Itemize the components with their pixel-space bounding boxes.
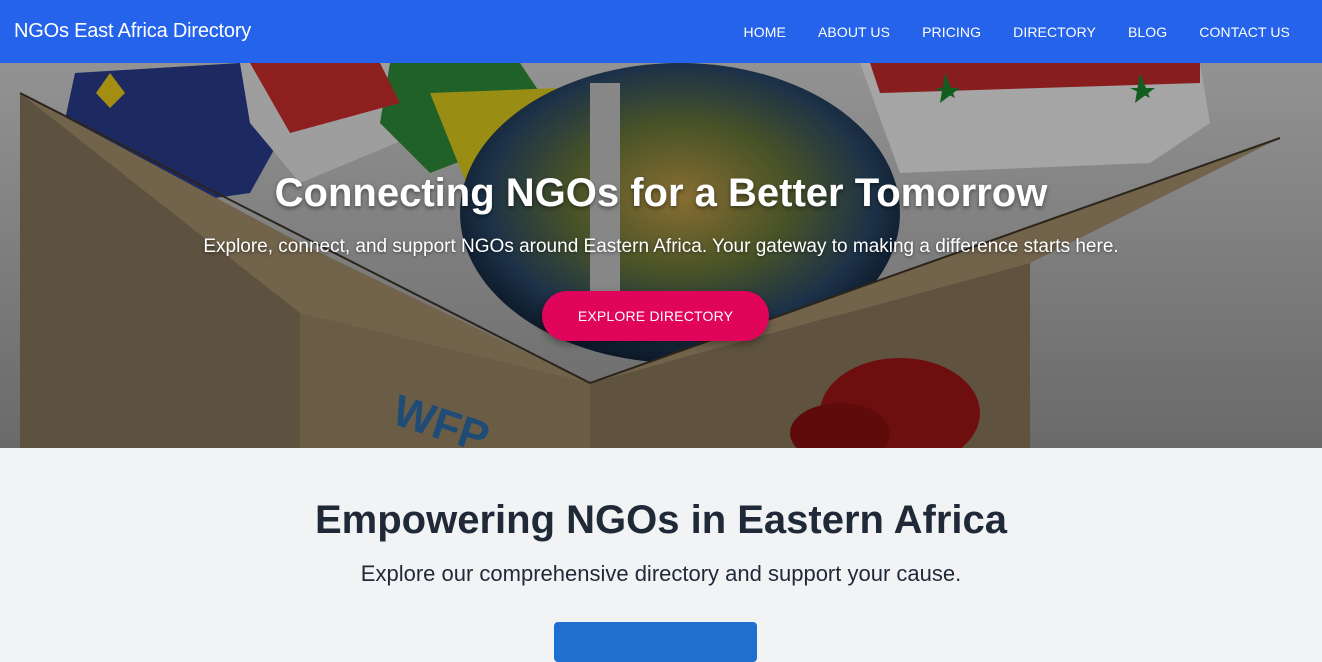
nav-link-home[interactable]: HOME bbox=[744, 24, 786, 40]
section-title: Empowering NGOs in Eastern Africa bbox=[314, 498, 1007, 542]
hero-title: Connecting NGOs for a Better Tomorrow bbox=[274, 171, 1048, 215]
hero-section: WFP Connecting NGOs for a Better Tomorro… bbox=[0, 63, 1322, 448]
nav-links: HOME ABOUT US PRICING DIRECTORY BLOG CON… bbox=[744, 0, 1290, 63]
nav-link-contact-us[interactable]: CONTACT US bbox=[1199, 24, 1290, 40]
empowering-section: Empowering NGOs in Eastern Africa Explor… bbox=[0, 448, 1322, 662]
explore-directory-button[interactable]: EXPLORE DIRECTORY bbox=[542, 291, 769, 341]
hero-content: Connecting NGOs for a Better Tomorrow Ex… bbox=[0, 63, 1322, 448]
section-cta-button[interactable] bbox=[554, 622, 757, 662]
nav-link-directory[interactable]: DIRECTORY bbox=[1013, 24, 1096, 40]
nav-link-pricing[interactable]: PRICING bbox=[922, 24, 981, 40]
site-brand-link[interactable]: NGOs East Africa Directory bbox=[14, 20, 251, 43]
top-navbar: NGOs East Africa Directory HOME ABOUT US… bbox=[0, 0, 1322, 63]
nav-link-about-us[interactable]: ABOUT US bbox=[818, 24, 890, 40]
section-subtitle: Explore our comprehensive directory and … bbox=[360, 561, 962, 586]
hero-subtitle: Explore, connect, and support NGOs aroun… bbox=[203, 236, 1119, 257]
nav-link-blog[interactable]: BLOG bbox=[1128, 24, 1167, 40]
